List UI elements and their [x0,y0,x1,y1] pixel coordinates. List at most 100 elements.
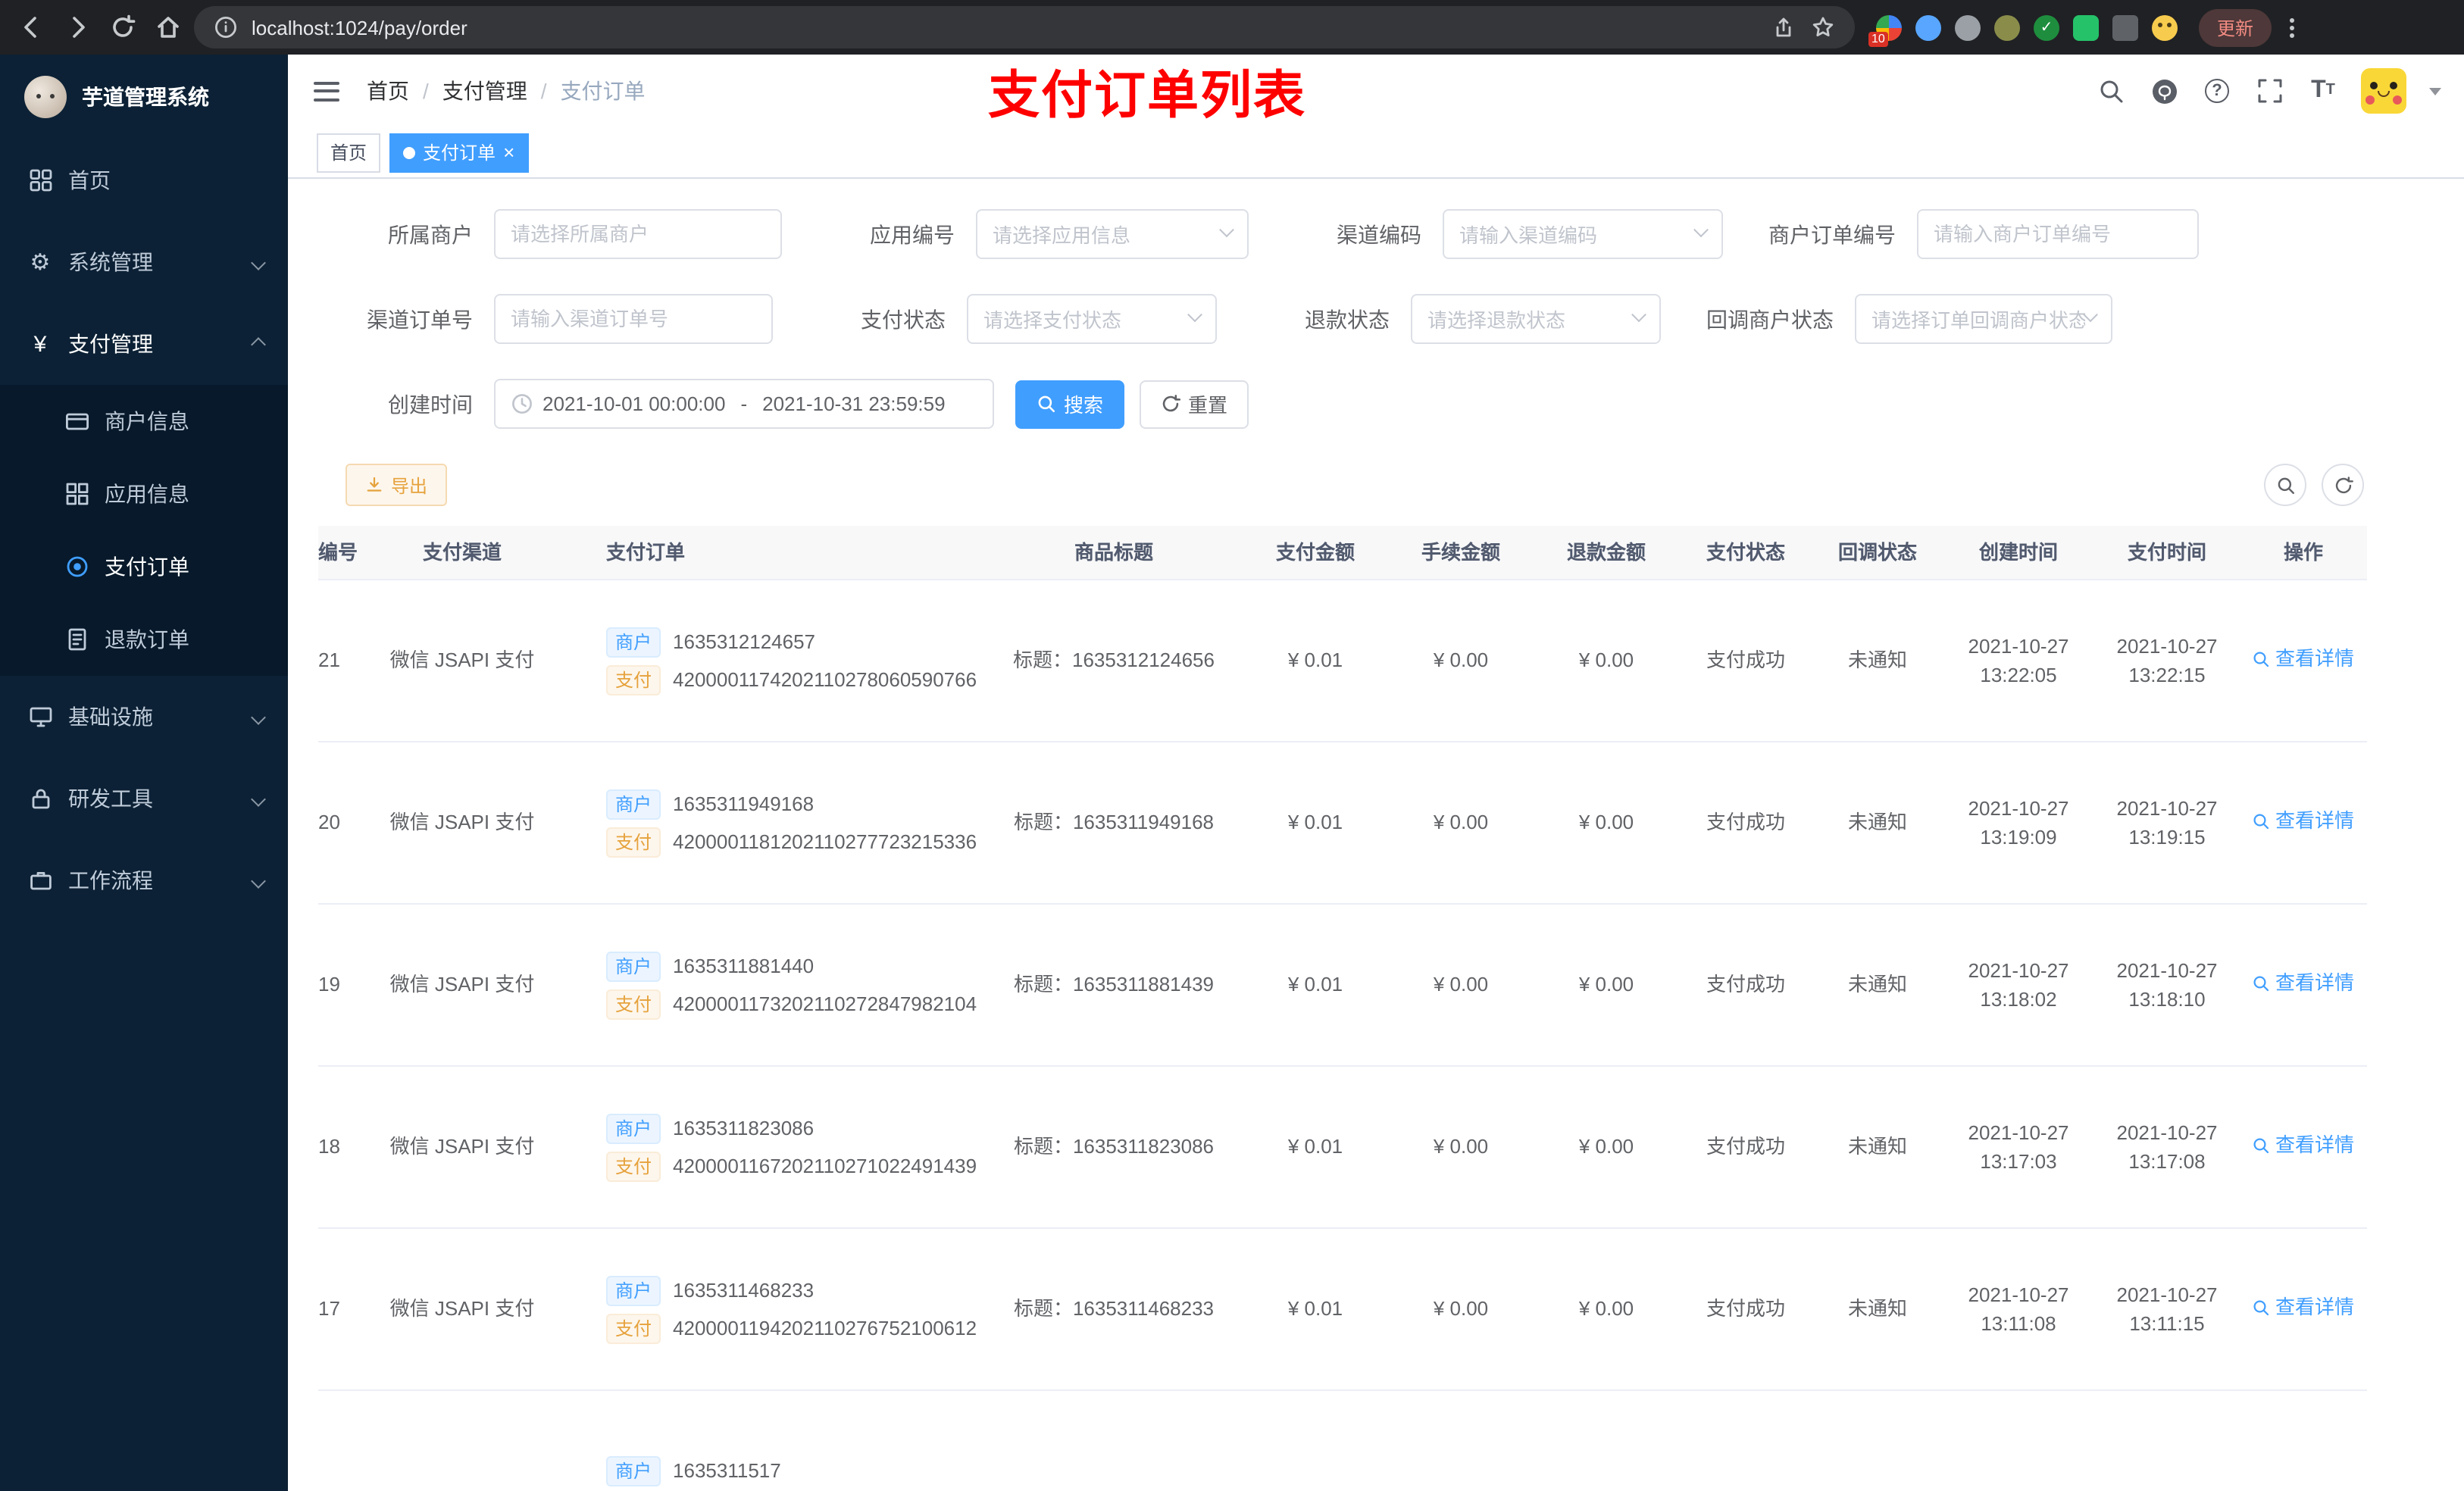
tab-home[interactable]: 首页 [317,133,381,172]
cell-pay-time: 2021-10-27 13:18:10 [2116,958,2218,1011]
cell-id: 19 [318,973,340,996]
reset-button[interactable]: 重置 [1140,380,1249,428]
extension-icon[interactable] [2112,14,2138,40]
cell-id: 21 [318,649,340,672]
tab-pay-order[interactable]: 支付订单 × [389,133,529,172]
table-row: 20 微信 JSAPI 支付 商户 1635311949168 支付 4200001181… [318,742,2367,905]
forward-icon[interactable] [58,8,97,47]
filter-merchant: 所属商户 [346,209,782,259]
avatar-caret-icon[interactable] [2429,87,2441,95]
filter-app: 应用编号 请选择应用信息 [827,209,1249,259]
cell-action: 查看详情 [2240,807,2367,839]
chrome-update-button[interactable]: 更新 [2199,8,2272,46]
sidebar-item-system[interactable]: ⚙ 系统管理 [0,221,288,303]
monitor-icon [27,704,53,730]
browser-menu-icon[interactable] [2290,17,2295,37]
merchant-order-no-input[interactable] [1917,209,2199,259]
extension-icon[interactable]: ✓ [2034,14,2059,40]
sidebar-item-payment[interactable]: ¥ 支付管理 [0,303,288,385]
question-icon[interactable]: ? [2202,76,2232,106]
cell-channel: 微信 JSAPI 支付 [389,649,535,672]
pay-order-no: 4200001194202110276752100612 [673,1316,977,1339]
export-button[interactable]: 导出 [346,464,448,506]
channel-code-select[interactable]: 请输入渠道编码 [1443,209,1723,259]
view-detail-link[interactable]: 查看详情 [2253,1293,2354,1323]
search-button[interactable]: 搜索 [1015,380,1125,428]
extension-icon[interactable] [1915,14,1941,40]
profile-avatar-icon[interactable] [2152,14,2178,40]
reload-icon[interactable] [103,8,142,47]
view-detail-link[interactable]: 查看详情 [2253,969,2354,999]
sidebar-item-infra[interactable]: 基础设施 [0,676,288,758]
sidebar-item-label: 退款订单 [105,627,189,652]
cell-refund-amount: ¥ 0.00 [1578,1135,1634,1158]
view-detail-link[interactable]: 查看详情 [2253,645,2354,674]
sidebar-item-pay-order[interactable]: 支付订单 [0,530,288,603]
sidebar-item-merchant-info[interactable]: 商户信息 [0,385,288,458]
cell-order: 商户 1635311881440 支付 42000011732021102728479… [561,943,985,1027]
date-range-picker[interactable]: 2021-10-01 00:00:00 - 2021-10-31 23:59:5… [494,379,994,429]
filter-notify-status: 回调商户状态 请选择订单回调商户状态 [1706,294,2112,344]
cell-title: 标题：1635311823086 [1013,1135,1215,1158]
pay-status-select[interactable]: 请选择支付状态 [967,294,1217,344]
filter-label: 创建时间 [388,392,473,416]
sidebar-item-app-info[interactable]: 应用信息 [0,458,288,530]
pay-order-no: 4200001167202110271022491439 [673,1154,977,1177]
extension-icon[interactable] [1994,14,2020,40]
share-icon[interactable] [1770,14,1797,41]
sidebar-toggle-icon[interactable] [311,75,342,107]
extension-icon[interactable] [1955,14,1981,40]
search-icon [2254,652,2270,667]
filter-row: 创建时间 2021-10-01 00:00:00 - 2021-10-31 23… [288,379,2464,429]
document-icon [64,627,89,652]
url-bar[interactable]: localhost:1024/pay/order [194,6,1855,48]
cell-order: 商户 1635311823086 支付 42000011672021102710224… [561,1105,985,1189]
notify-status-select[interactable]: 请选择订单回调商户状态 [1855,294,2112,344]
chevron-down-icon [2083,307,2098,323]
refresh-button[interactable] [2322,464,2364,506]
clock-icon [512,394,532,414]
cell-create-time: 2021-10-27 13:17:03 [1968,1121,2069,1173]
filter-label: 渠道编码 [1337,222,1421,246]
refund-status-select[interactable]: 请选择退款状态 [1411,294,1661,344]
breadcrumb-home[interactable]: 首页 [367,76,409,106]
sidebar-item-home[interactable]: 首页 [0,139,288,221]
view-detail-link[interactable]: 查看详情 [2253,1131,2354,1161]
user-avatar[interactable] [2361,68,2406,114]
filter-label: 回调商户状态 [1706,307,1834,331]
cell-action: 查看详情 [2240,645,2367,677]
column-header: 编号 [318,540,358,564]
breadcrumb-payment[interactable]: 支付管理 [442,76,527,106]
extension-icon[interactable] [2073,14,2099,40]
github-icon[interactable] [2149,76,2179,106]
bookmark-star-icon[interactable] [1809,14,1837,41]
pay-order-no: 4200001181202110277723215336 [673,830,977,853]
cell-refund-amount: ¥ 0.00 [1578,649,1634,672]
app-title: 芋道管理系统 [82,85,209,109]
sidebar-item-label: 工作流程 [68,868,153,892]
cell-refund-amount: ¥ 0.00 [1578,811,1634,834]
table-body: 21 微信 JSAPI 支付 商户 1635312124657 支付 4200001174… [318,580,2367,1491]
merchant-filter-input[interactable] [494,209,782,259]
close-icon[interactable]: × [503,142,514,162]
sidebar-item-refund-order[interactable]: 退款订单 [0,603,288,676]
cell-pay-time: 2021-10-27 13:19:15 [2116,796,2218,849]
extension-icon[interactable]: 10 [1868,14,1902,46]
column-header: 操作 [2283,540,2323,564]
site-info-icon[interactable] [212,14,239,41]
cell-create-time: 2021-10-27 13:22:05 [1968,634,2069,686]
home-icon[interactable] [149,8,188,47]
back-icon[interactable] [12,8,52,47]
search-icon[interactable] [2096,76,2126,106]
toggle-search-button[interactable] [2264,464,2306,506]
sidebar-item-devtools[interactable]: 研发工具 [0,758,288,839]
fullscreen-icon[interactable] [2255,76,2285,106]
app-logo[interactable]: 芋道管理系统 [0,55,288,139]
sidebar-item-workflow[interactable]: 工作流程 [0,839,288,921]
app-filter-select[interactable]: 请选择应用信息 [976,209,1249,259]
cell-title: 标题：1635312124656 [1013,649,1215,672]
font-size-icon[interactable]: TT [2308,76,2338,106]
channel-order-no-input[interactable] [494,294,773,344]
sidebar-item-label: 研发工具 [68,786,153,811]
view-detail-link[interactable]: 查看详情 [2253,807,2354,836]
